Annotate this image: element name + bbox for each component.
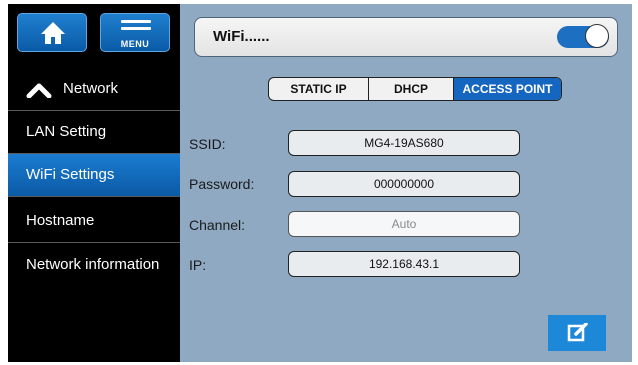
sidebar-item-wifi-settings[interactable]: WiFi Settings (8, 154, 180, 196)
ip-field[interactable]: 192.168.43.1 (288, 251, 520, 277)
ip-label: IP: (189, 257, 207, 273)
sidebar-item-label: WiFi Settings (26, 166, 115, 183)
password-label: Password: (189, 176, 255, 192)
edit-icon (567, 323, 588, 342)
sidebar-item-label: LAN Setting (26, 123, 107, 140)
sidebar-item-hostname[interactable]: Hostname (8, 200, 180, 242)
ssid-label: SSID: (189, 136, 226, 152)
mode-static-ip[interactable]: STATIC IP (269, 78, 369, 100)
divider (8, 242, 180, 243)
mode-dhcp[interactable]: DHCP (369, 78, 454, 100)
channel-field[interactable]: Auto (288, 211, 520, 237)
sidebar-item-network-information[interactable]: Network information (8, 244, 180, 286)
mode-access-point[interactable]: ACCESS POINT (454, 78, 561, 100)
sidebar-item-label: Network information (26, 256, 160, 273)
sidebar: MENU Network LAN Setting WiFi Settings H… (8, 4, 180, 362)
wifi-bar: WiFi...... (194, 17, 618, 57)
divider (8, 196, 180, 197)
sidebar-item-label: Network (63, 80, 119, 97)
wifi-toggle[interactable] (557, 24, 609, 48)
sidebar-item-label: Hostname (26, 212, 95, 229)
hamburger-menu-icon (121, 20, 151, 34)
mode-selector: STATIC IP DHCP ACCESS POINT (268, 77, 562, 101)
wifi-title: WiFi...... (213, 28, 270, 45)
channel-label: Channel: (189, 217, 246, 233)
sidebar-item-lan-setting[interactable]: LAN Setting (8, 111, 180, 153)
menu-label: MENU (120, 39, 150, 49)
password-field[interactable]: 000000000 (288, 171, 520, 197)
chevron-up-icon (26, 83, 52, 98)
home-button[interactable] (17, 13, 87, 52)
toggle-knob (585, 24, 609, 48)
menu-button[interactable]: MENU (100, 13, 170, 52)
home-icon (41, 22, 65, 44)
sidebar-item-network[interactable]: Network (8, 68, 180, 110)
edit-button[interactable] (548, 315, 606, 351)
ssid-field[interactable]: MG4-19AS680 (288, 130, 520, 156)
